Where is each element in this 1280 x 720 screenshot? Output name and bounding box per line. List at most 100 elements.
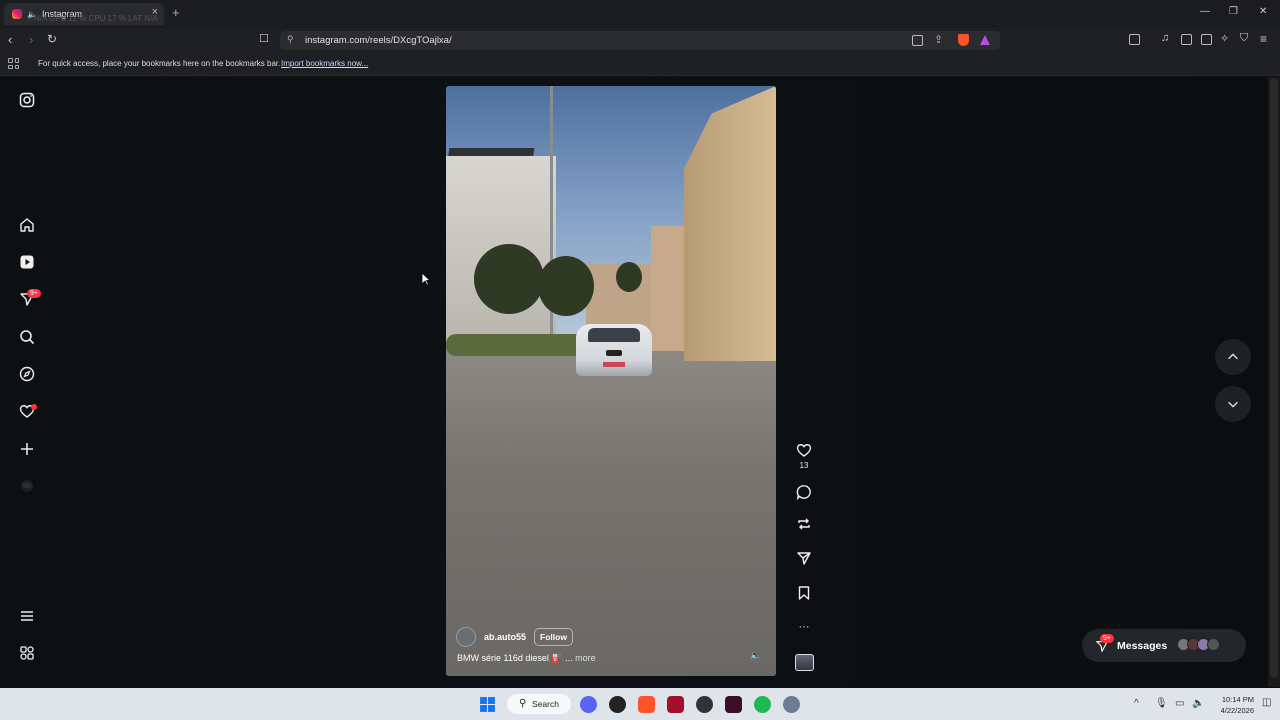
explore-compass-icon[interactable] — [18, 365, 36, 383]
car-plate — [603, 362, 625, 367]
author-username[interactable]: ab.auto55 — [484, 632, 526, 642]
import-bookmarks-link[interactable]: Import bookmarks now... — [281, 59, 368, 68]
caption-text: BMW série 116d diesel — [457, 653, 549, 663]
instagram-favicon-icon — [12, 9, 22, 19]
performance-overlay-text: N/A GPU 11 % CPU 17 % LAT N/A — [34, 14, 158, 23]
obs-icon[interactable] — [696, 696, 713, 713]
brave-shields-icon[interactable] — [958, 34, 969, 46]
bookmarks-hint: For quick access, place your bookmarks h… — [38, 59, 281, 68]
microphone-icon[interactable]: 🎙 — [1155, 698, 1168, 709]
repost-icon[interactable] — [795, 515, 813, 533]
cast-icon[interactable] — [912, 35, 923, 46]
messages-pill[interactable]: 9+ Messages — [1082, 629, 1246, 662]
tab-instagram[interactable]: 🔈 Instagram N/A GPU 11 % CPU 17 % LAT N/… — [4, 3, 164, 25]
share-icon[interactable]: ⇪ — [934, 33, 943, 46]
instagram-logo-icon[interactable] — [18, 91, 36, 109]
caption-ellipsis: ... — [562, 653, 576, 663]
messages-badge: 9+ — [1100, 634, 1114, 643]
close-window-button[interactable]: ✕ — [1259, 6, 1267, 17]
adobe-icon[interactable] — [667, 696, 684, 713]
next-reel-button[interactable] — [1215, 386, 1251, 422]
chevron-up-icon — [1228, 353, 1238, 360]
brave-rewards-icon[interactable] — [980, 35, 990, 45]
menu-icon[interactable]: ≡ — [1260, 32, 1267, 46]
comment-icon[interactable] — [795, 483, 813, 501]
save-bookmark-icon[interactable] — [795, 584, 813, 602]
also-from-meta-icon[interactable] — [18, 644, 36, 662]
tray-expand-icon[interactable]: ^ — [1134, 698, 1139, 709]
share-paper-plane-icon[interactable] — [795, 549, 813, 567]
like-count: 13 — [799, 461, 809, 470]
follow-button[interactable]: Follow — [534, 628, 573, 646]
taskbar-search[interactable]: ⚲ Search — [507, 694, 571, 714]
caption-emoji: ⛽ — [551, 653, 563, 663]
profile-avatar[interactable] — [18, 477, 36, 495]
video-palm-tree — [474, 244, 544, 314]
messages-avatars — [1177, 638, 1220, 651]
volume-icon[interactable]: 🔈 — [750, 650, 761, 661]
search-icon[interactable] — [18, 328, 36, 346]
more-options-icon[interactable]: ··· — [795, 618, 813, 636]
volume-tray-icon[interactable]: 🔈 — [1192, 698, 1204, 709]
discord-icon[interactable] — [580, 696, 597, 713]
address-bar[interactable]: ⚲ instagram.com/reels/DXcgTOajlxa/ ⇪ — [280, 31, 1000, 50]
bookmarks-bar: For quick access, place your bookmarks h… — [0, 52, 1280, 76]
leo-ai-icon[interactable]: ✧ — [1220, 32, 1229, 45]
scrollbar-thumb[interactable] — [1270, 78, 1278, 678]
forward-button[interactable]: › — [29, 32, 33, 47]
car-windshield — [588, 328, 640, 342]
search-label: Search — [532, 699, 559, 709]
reel-caption[interactable]: BMW série 116d diesel ⛽ ... more — [457, 653, 596, 664]
create-plus-icon[interactable] — [18, 440, 36, 458]
caption-more-link[interactable]: more — [575, 653, 596, 663]
home-icon[interactable] — [18, 216, 36, 234]
messages-label: Messages — [1117, 640, 1168, 652]
windows-taskbar: ⚲ Search ^ 🎙 ▭ 🔈 10:14 PM 4/22/2026 ◫ — [0, 688, 1280, 720]
previous-reel-button[interactable] — [1215, 339, 1251, 375]
audio-thumbnail[interactable] — [795, 654, 814, 671]
settings-gear-icon[interactable] — [783, 696, 800, 713]
back-button[interactable]: ‹ — [8, 32, 12, 47]
notification-dot — [31, 404, 37, 410]
brave-browser-icon[interactable] — [638, 696, 655, 713]
clock-date: 4/22/2026 — [1220, 706, 1254, 715]
browser-toolbar: ‹ › ↻ ☐ ⚲ instagram.com/reels/DXcgTOajlx… — [0, 28, 1280, 52]
car-grill — [606, 350, 622, 356]
vpn-shield-icon[interactable]: ⛉ — [1240, 32, 1248, 45]
app-g-icon[interactable] — [609, 696, 626, 713]
tab-strip: 🔈 Instagram N/A GPU 11 % CPU 17 % LAT N/… — [0, 0, 1280, 28]
system-clock[interactable]: 10:14 PM 4/22/2026 — [1210, 694, 1254, 716]
notifications-center-icon[interactable]: ◫ — [1262, 697, 1271, 708]
video-car — [576, 324, 652, 376]
new-tab-button[interactable]: + — [172, 5, 180, 20]
reel-author: ab.auto55 Follow — [456, 627, 573, 647]
chevron-down-icon — [1228, 401, 1238, 408]
network-icon[interactable]: ▭ — [1175, 698, 1184, 709]
reels-icon[interactable] — [18, 253, 36, 271]
clock-time: 10:14 PM — [1221, 695, 1254, 704]
apps-grid-icon[interactable] — [8, 58, 19, 69]
author-avatar[interactable] — [456, 627, 476, 647]
more-menu-icon[interactable] — [18, 607, 36, 625]
url-text[interactable]: instagram.com/reels/DXcgTOajlxa/ — [305, 35, 452, 46]
reload-button[interactable]: ↻ — [47, 32, 57, 46]
maximize-button[interactable]: ❐ — [1229, 6, 1238, 17]
video-road — [446, 341, 776, 676]
spotify-icon[interactable] — [754, 696, 771, 713]
notifications-badge: 9+ — [27, 289, 41, 298]
sidebar-toggle-icon[interactable] — [1181, 34, 1192, 45]
close-tab-icon[interactable]: × — [152, 6, 158, 18]
windows-start-icon[interactable] — [479, 696, 496, 713]
video-hedge — [446, 334, 596, 356]
media-icon[interactable]: ♫ — [1161, 32, 1169, 44]
like-heart-icon[interactable] — [795, 441, 813, 459]
avatar — [1207, 638, 1220, 651]
wallet-icon[interactable] — [1201, 34, 1212, 45]
reel-video[interactable] — [446, 86, 776, 676]
bookmark-page-icon[interactable]: ☐ — [259, 32, 269, 45]
minimize-button[interactable]: — — [1200, 6, 1210, 17]
site-info-icon[interactable]: ⚲ — [287, 34, 294, 45]
mouse-cursor-icon — [421, 272, 431, 286]
capcut-icon[interactable] — [725, 696, 742, 713]
tab-groups-icon[interactable] — [1129, 34, 1140, 45]
